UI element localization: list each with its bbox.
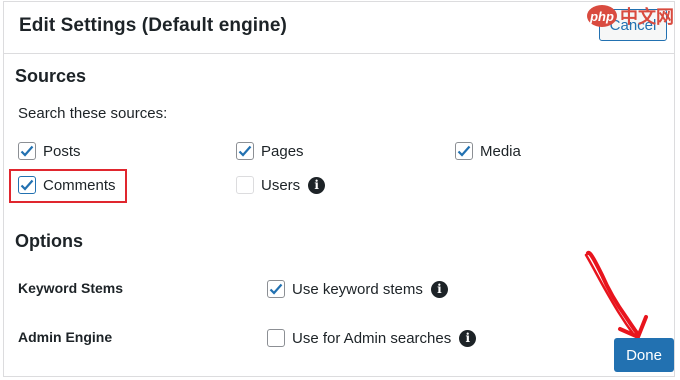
checkbox-box[interactable] xyxy=(455,142,473,160)
checkbox-comments[interactable]: Comments xyxy=(18,176,116,194)
checkbox-box[interactable] xyxy=(236,142,254,160)
checkmark-icon xyxy=(20,145,34,157)
info-icon[interactable]: i xyxy=(308,176,326,194)
info-icon[interactable]: i xyxy=(430,280,448,298)
done-button[interactable]: Done xyxy=(614,338,674,372)
checkbox-label: Use for Admin searches xyxy=(292,329,452,347)
checkbox-keyword-stems[interactable]: Use keyword stems i xyxy=(267,280,448,298)
info-icon[interactable]: i xyxy=(459,329,477,347)
checkbox-label: Pages xyxy=(261,142,304,160)
checkbox-label: Media xyxy=(480,142,521,160)
checkbox-label: Users xyxy=(261,176,301,194)
arrow-icon xyxy=(584,250,648,339)
sources-heading: Sources xyxy=(15,66,87,86)
checkmark-icon xyxy=(20,179,34,191)
checkmark-icon xyxy=(457,145,471,157)
checkbox-box[interactable] xyxy=(267,329,285,347)
checkbox-label: Posts xyxy=(43,142,81,160)
cancel-button[interactable]: Cancel xyxy=(599,9,667,41)
checkbox-box[interactable] xyxy=(267,280,285,298)
options-heading: Options xyxy=(15,231,83,251)
checkbox-pages[interactable]: Pages xyxy=(236,142,304,160)
checkbox-box[interactable] xyxy=(236,176,254,194)
checkbox-label: Use keyword stems xyxy=(292,280,423,298)
checkmark-icon xyxy=(269,283,283,295)
keyword-stems-label: Keyword Stems xyxy=(18,280,124,296)
modal-header: Edit Settings (Default engine) Cancel xyxy=(4,2,674,54)
checkbox-users[interactable]: Users i xyxy=(236,176,326,194)
checkbox-box[interactable] xyxy=(18,142,36,160)
checkbox-media[interactable]: Media xyxy=(455,142,521,160)
checkbox-posts[interactable]: Posts xyxy=(18,142,81,160)
checkmark-icon xyxy=(238,145,252,157)
sources-instruction: Search these sources: xyxy=(18,105,168,122)
admin-engine-label: Admin Engine xyxy=(18,329,113,345)
checkbox-box[interactable] xyxy=(18,176,36,194)
checkbox-label: Comments xyxy=(43,176,116,194)
checkbox-admin-engine[interactable]: Use for Admin searches i xyxy=(267,329,477,347)
modal-title: Edit Settings (Default engine) xyxy=(19,15,287,36)
